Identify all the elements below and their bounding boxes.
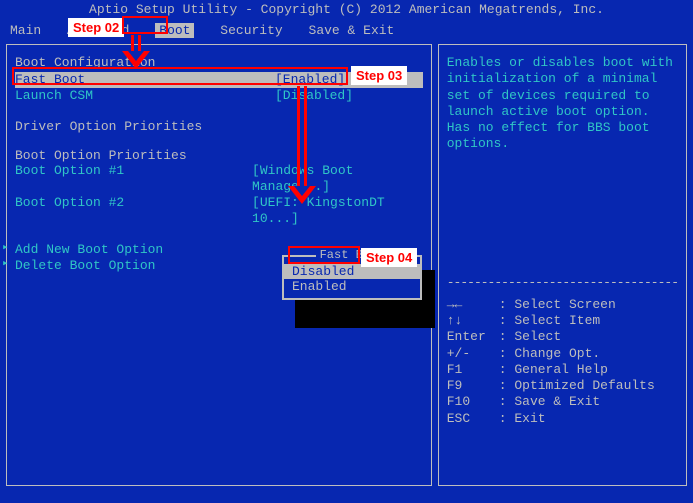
help-description: Enables or disables boot with initializa… [447, 55, 678, 153]
help-key-select-screen: →←: Select Screen [447, 297, 678, 313]
help-separator: ---------------------------------- [447, 275, 678, 291]
popup-option-disabled[interactable]: Disabled [284, 264, 420, 279]
boot-option-2-row[interactable]: Boot Option #2 [UEFI: KingstonDT 10...] [15, 195, 423, 228]
boot-option-2-label: Boot Option #2 [15, 195, 252, 228]
menu-main[interactable]: Main [10, 23, 41, 38]
menu-security[interactable]: Security [220, 23, 282, 38]
boot-option-1-value: [Windows Boot Manage...] [252, 163, 423, 196]
menu-boot[interactable]: Boot [155, 23, 194, 38]
help-key-f1: F1: General Help [447, 362, 678, 378]
boot-option-1-row[interactable]: Boot Option #1 [Windows Boot Manage...] [15, 163, 423, 196]
boot-option-1-label: Boot Option #1 [15, 163, 252, 196]
fast-boot-row[interactable]: Fast Boot [Enabled] [15, 72, 423, 88]
popup-option-enabled[interactable]: Enabled [284, 279, 420, 294]
help-key-f10: F10: Save & Exit [447, 394, 678, 410]
popup-title: Fast Boot [284, 248, 420, 262]
help-pane: Enables or disables boot with initializa… [438, 44, 687, 486]
main-pane: Boot Configuration Fast Boot [Enabled] L… [6, 44, 432, 486]
help-key-f9: F9: Optimized Defaults [447, 378, 678, 394]
help-key-select-item: ↑↓: Select Item [447, 313, 678, 329]
fast-boot-popup: Fast Boot Disabled Enabled [282, 255, 422, 300]
launch-csm-row[interactable]: Launch CSM [Disabled] [15, 88, 423, 104]
boot-priorities-header: Boot Option Priorities [15, 148, 423, 163]
menu-advanced[interactable]: Advanced [67, 23, 129, 38]
bios-title: Aptio Setup Utility - Copyright (C) 2012… [0, 0, 693, 21]
boot-option-2-value: [UEFI: KingstonDT 10...] [252, 195, 423, 228]
fast-boot-label: Fast Boot [15, 72, 275, 88]
launch-csm-label: Launch CSM [15, 88, 275, 104]
launch-csm-value: [Disabled] [275, 88, 353, 104]
menu-save-exit[interactable]: Save & Exit [309, 23, 395, 38]
driver-priorities-header: Driver Option Priorities [15, 119, 423, 134]
menu-bar: Main Advanced Boot Security Save & Exit [0, 21, 693, 44]
help-key-change-opt: +/-: Change Opt. [447, 346, 678, 362]
fast-boot-value: [Enabled] [275, 72, 345, 88]
help-key-esc: ESC: Exit [447, 411, 678, 427]
boot-config-header: Boot Configuration [15, 55, 423, 70]
help-key-enter: Enter: Select [447, 329, 678, 345]
